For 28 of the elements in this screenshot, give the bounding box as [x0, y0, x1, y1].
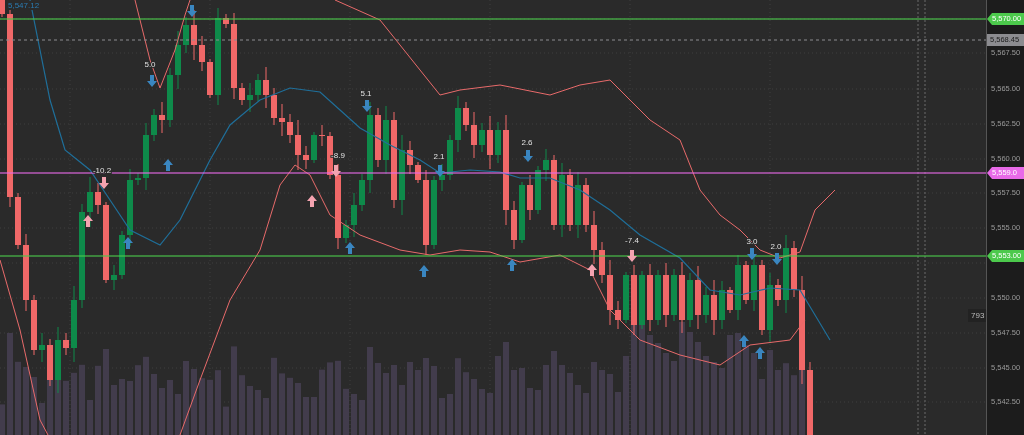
signal-label: -7.4: [625, 236, 639, 245]
down-arrow-icon: [772, 253, 782, 265]
signal-label: -10.2: [92, 166, 112, 175]
up-arrow-icon: [739, 335, 749, 347]
up-arrow-icon: [83, 215, 93, 227]
down-arrow-icon: [627, 250, 637, 262]
up-arrow-icon: [163, 159, 173, 171]
up-arrow-icon: [123, 237, 133, 249]
up-arrow-icon: [587, 264, 597, 276]
up-arrow-icon: [755, 347, 765, 359]
signal-label: 2.6: [521, 138, 533, 147]
down-arrow-icon: [523, 150, 533, 162]
price-label: 5,547.12: [7, 1, 41, 10]
down-arrow-icon: [435, 165, 445, 177]
down-arrow-icon: [147, 75, 157, 87]
up-arrow-icon: [507, 259, 517, 271]
down-arrow-icon: [362, 100, 372, 112]
signal-label: 2.1: [433, 152, 445, 161]
signal-label: 2.0: [770, 242, 782, 251]
signal-label: 5.1: [360, 89, 372, 98]
down-arrow-icon: [99, 177, 109, 189]
up-arrow-icon: [419, 265, 429, 277]
down-arrow-icon: [187, 5, 197, 17]
up-arrow-icon: [307, 195, 317, 207]
down-arrow-icon: [331, 165, 341, 177]
down-arrow-icon: [747, 248, 757, 260]
signal-label: 5.0: [144, 60, 156, 69]
up-arrow-icon: [345, 242, 355, 254]
